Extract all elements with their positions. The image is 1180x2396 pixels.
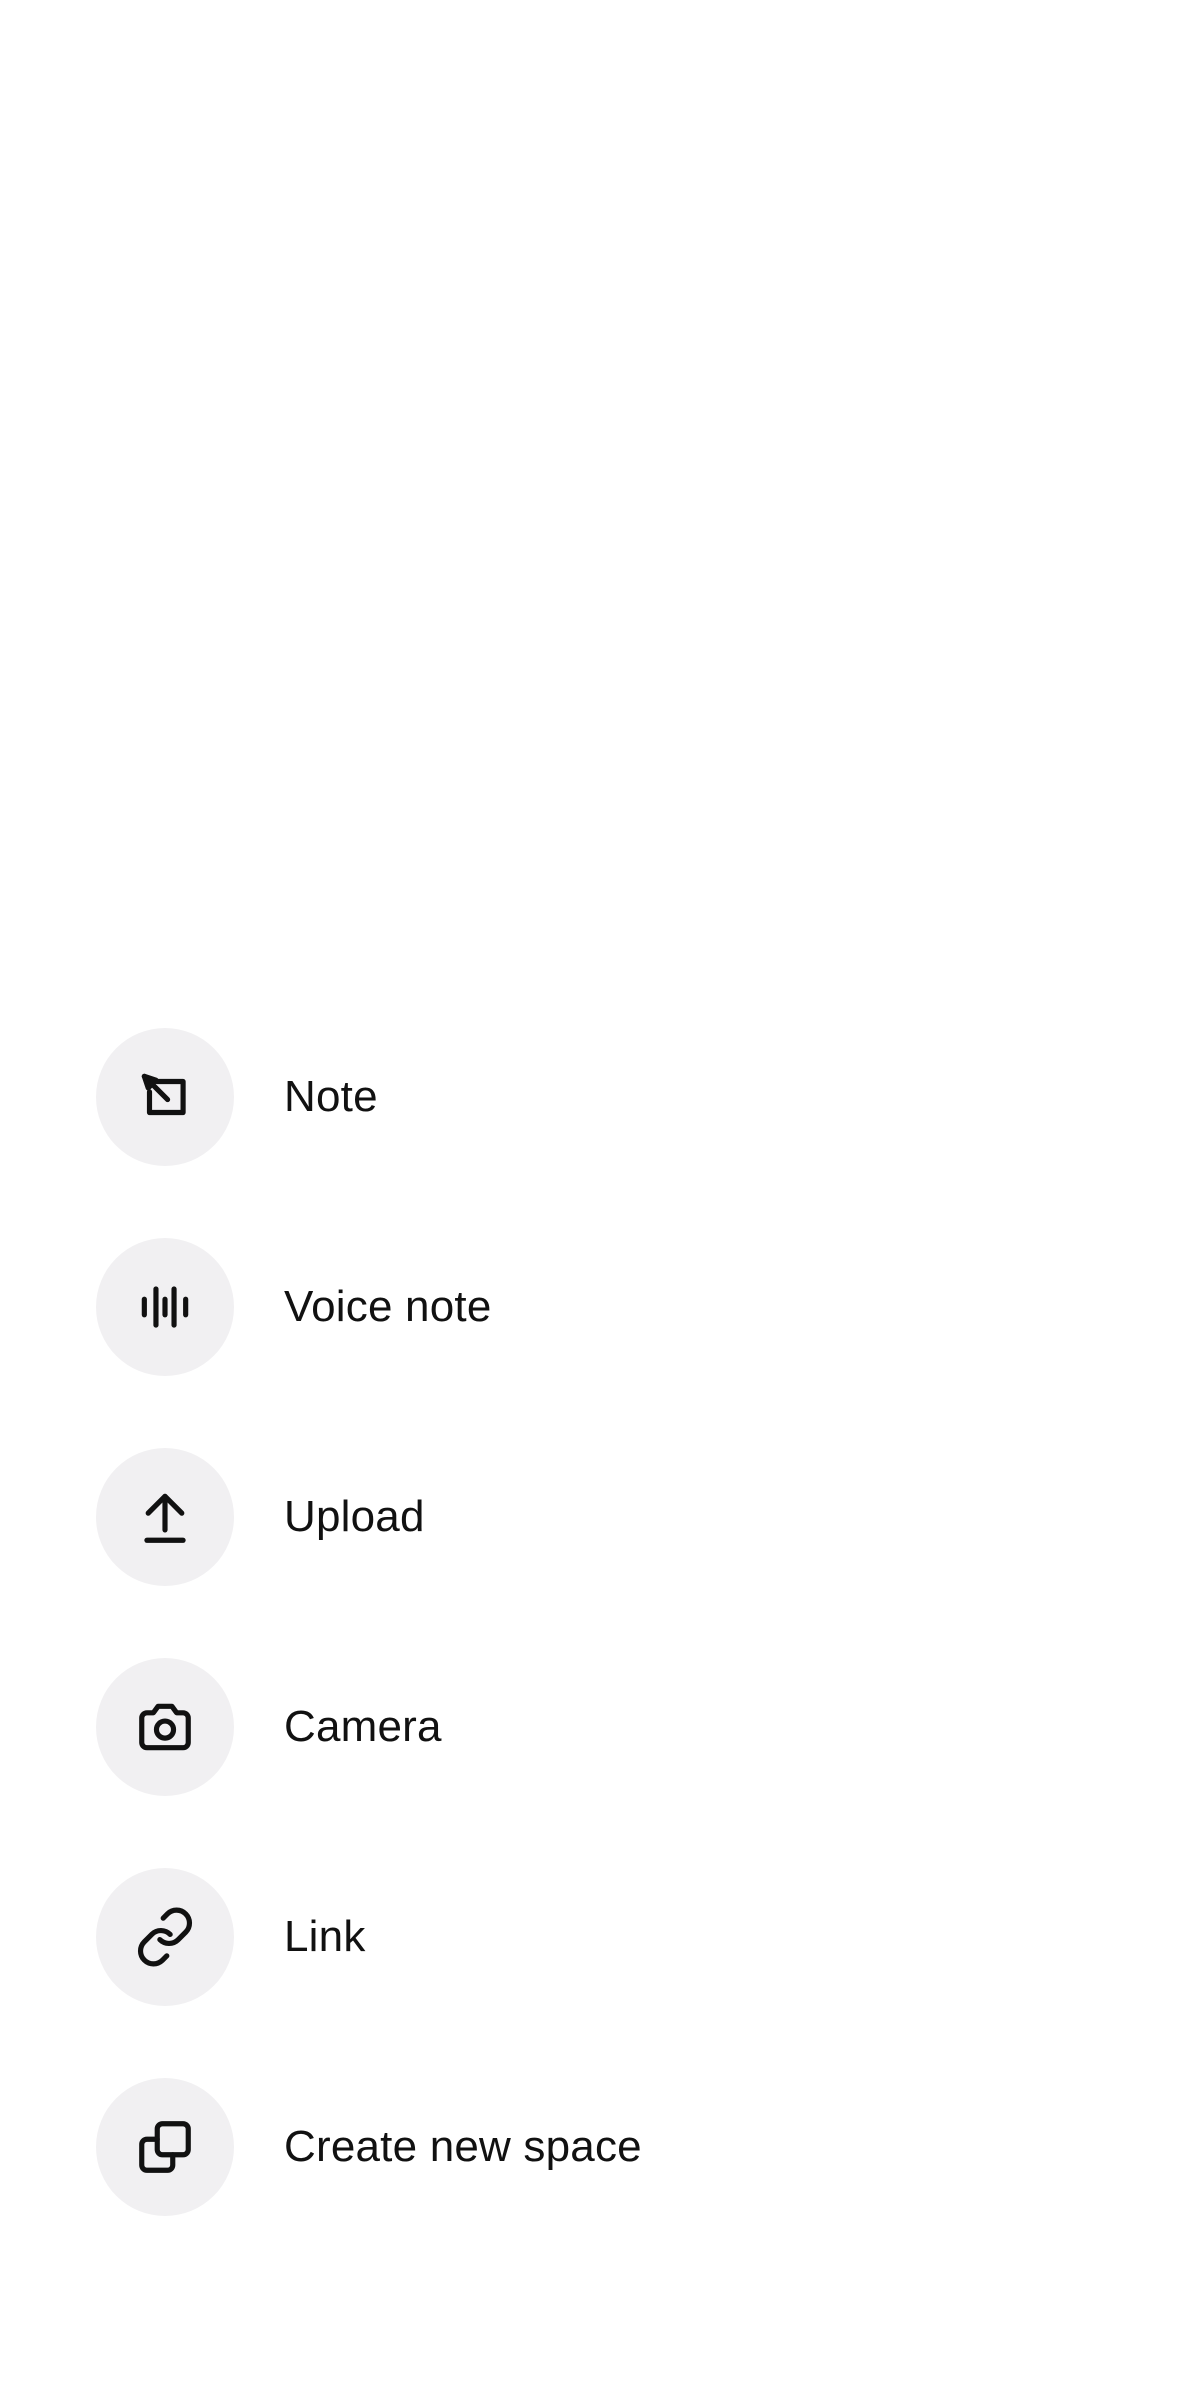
menu-item-link[interactable]: Link — [96, 1868, 1096, 2006]
menu-item-label: Create new space — [284, 2122, 642, 2171]
upload-arrow-icon — [144, 1493, 186, 1543]
waveform-icon — [141, 1286, 189, 1328]
menu-item-upload[interactable]: Upload — [96, 1448, 1096, 1586]
upload-button-circle — [96, 1448, 234, 1586]
menu-item-voice-note[interactable]: Voice note — [96, 1238, 1096, 1376]
menu-item-camera[interactable]: Camera — [96, 1658, 1096, 1796]
menu-item-note[interactable]: Note — [96, 1028, 1096, 1166]
create-space-button-circle — [96, 2078, 234, 2216]
link-button-circle — [96, 1868, 234, 2006]
note-edit-icon — [141, 1073, 186, 1116]
screen: Note Voice note Upload Camera Link Creat… — [0, 0, 1180, 2396]
note-button-circle — [96, 1028, 234, 1166]
menu-item-label: Note — [284, 1072, 378, 1121]
copy-stack-icon — [139, 2121, 191, 2173]
menu-item-label: Upload — [284, 1492, 425, 1541]
add-menu: Note Voice note Upload Camera Link Creat… — [96, 1028, 1096, 2288]
link-icon — [138, 1907, 192, 1967]
menu-item-label: Voice note — [284, 1282, 492, 1331]
menu-item-label: Camera — [284, 1702, 442, 1751]
camera-icon — [139, 1703, 191, 1751]
menu-item-label: Link — [284, 1912, 366, 1961]
voice-note-button-circle — [96, 1238, 234, 1376]
menu-item-create-new-space[interactable]: Create new space — [96, 2078, 1096, 2216]
camera-button-circle — [96, 1658, 234, 1796]
